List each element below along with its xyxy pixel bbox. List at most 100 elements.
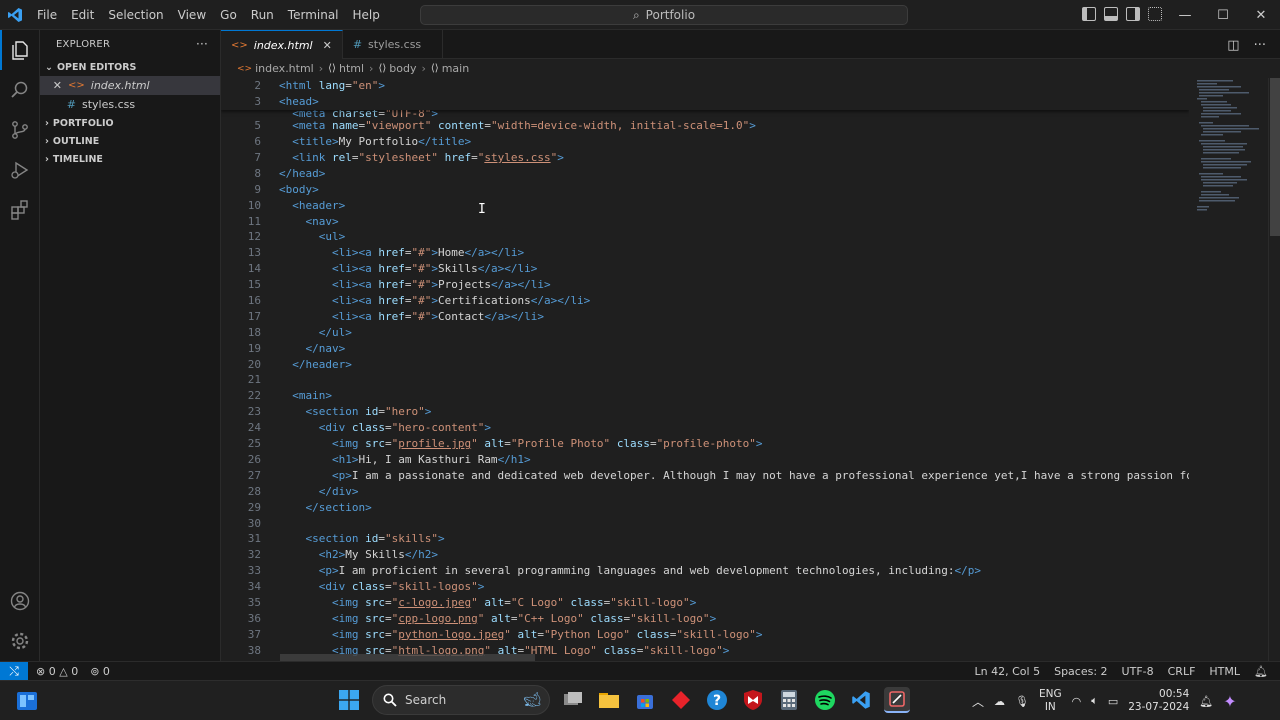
explorer-title: EXPLORER bbox=[56, 38, 111, 50]
notifications-bell-icon[interactable]: 🔔︎ bbox=[1199, 695, 1213, 708]
scrollbar-thumb[interactable] bbox=[1270, 78, 1280, 236]
language-indicator[interactable]: ENG IN bbox=[1039, 688, 1062, 714]
menu-view[interactable]: View bbox=[171, 0, 213, 30]
menu-selection[interactable]: Selection bbox=[101, 0, 170, 30]
end-of-line[interactable]: CRLF bbox=[1168, 665, 1196, 678]
system-tray: ︿ ☁ 🎙︎ ENG IN ◠ 🔈︎ ▭ 00:54 23-07-2024 🔔︎… bbox=[972, 681, 1237, 720]
breadcrumb-html[interactable]: html bbox=[339, 62, 364, 75]
outline-section[interactable]: › OUTLINE bbox=[40, 132, 220, 150]
file-explorer-icon[interactable] bbox=[596, 687, 622, 713]
menu-bar: File Edit Selection View Go Run Terminal… bbox=[30, 0, 387, 30]
more-actions-icon[interactable]: ··· bbox=[1254, 38, 1266, 53]
menu-terminal[interactable]: Terminal bbox=[281, 0, 346, 30]
cursor-position[interactable]: Ln 42, Col 5 bbox=[975, 665, 1041, 678]
code-line: 36 <img src="cpp-logo.png" alt="C++ Logo… bbox=[247, 611, 717, 625]
search-highlight-icon: 🐋︎ bbox=[523, 692, 541, 708]
breadcrumb-file[interactable]: index.html bbox=[255, 62, 314, 75]
horizontal-scrollbar-thumb[interactable] bbox=[280, 654, 535, 661]
source-control-icon[interactable] bbox=[0, 110, 40, 150]
timeline-section[interactable]: › TIMELINE bbox=[40, 150, 220, 168]
snipping-tool-icon[interactable] bbox=[884, 687, 910, 713]
taskbar-search[interactable]: Search 🐋︎ bbox=[372, 685, 550, 715]
maximize-icon[interactable]: ☐ bbox=[1204, 0, 1242, 30]
breadcrumb-body[interactable]: body bbox=[389, 62, 416, 75]
indentation[interactable]: Spaces: 2 bbox=[1054, 665, 1107, 678]
vertical-scrollbar[interactable] bbox=[1268, 78, 1280, 661]
open-editors-section[interactable]: ⌄ OPEN EDITORS bbox=[40, 58, 220, 76]
customize-layout-icon[interactable] bbox=[1148, 7, 1162, 21]
close-icon[interactable]: ✕ bbox=[40, 79, 68, 92]
code-line: 9 <body> bbox=[254, 182, 319, 196]
sticky-scroll[interactable]: 2 <html lang="en"> 3 <head> bbox=[221, 78, 1189, 110]
breadcrumb-main[interactable]: main bbox=[442, 62, 469, 75]
code-line: 18 </ul> bbox=[247, 325, 352, 339]
file-name: index.html bbox=[90, 79, 150, 92]
search-icon: ⌕ bbox=[632, 7, 640, 22]
copilot-icon[interactable]: ✦ bbox=[1223, 692, 1236, 711]
windows-start-icon[interactable] bbox=[336, 687, 362, 713]
close-tab-icon[interactable]: ✕ bbox=[323, 39, 332, 52]
problems-indicator[interactable]: ⊗ 0 △ 0 bbox=[36, 665, 78, 678]
extensions-icon[interactable] bbox=[0, 190, 40, 230]
help-icon[interactable]: ? bbox=[704, 687, 730, 713]
close-window-icon[interactable]: ✕ bbox=[1242, 0, 1280, 30]
accounts-icon[interactable] bbox=[0, 581, 40, 621]
code-line: 8 </head> bbox=[254, 166, 326, 180]
code-line: 11 <nav> bbox=[247, 214, 339, 228]
editor-tabs: <> index.html ✕ # styles.css ◫ ··· bbox=[221, 30, 1280, 59]
minimap[interactable] bbox=[1189, 78, 1268, 661]
clock[interactable]: 00:54 23-07-2024 bbox=[1128, 688, 1189, 714]
code-editor[interactable]: 2 <html lang="en"> 3 <head> <meta charset=… bbox=[221, 78, 1189, 661]
open-editor-index-html[interactable]: ✕ <> index.html bbox=[40, 76, 220, 95]
toggle-panel-icon[interactable] bbox=[1104, 7, 1118, 21]
notifications-bell-icon[interactable]: 🔔︎ bbox=[1254, 665, 1268, 678]
menu-file[interactable]: File bbox=[30, 0, 64, 30]
toggle-secondary-sidebar-icon[interactable] bbox=[1126, 7, 1140, 21]
spotify-icon[interactable] bbox=[812, 687, 838, 713]
encoding[interactable]: UTF-8 bbox=[1122, 665, 1154, 678]
microsoft-store-icon[interactable] bbox=[632, 687, 658, 713]
battery-icon[interactable]: ▭ bbox=[1108, 695, 1118, 708]
ports-indicator[interactable]: ⊚ 0 bbox=[90, 665, 110, 678]
code-line: 33 <p>I am proficient in several program… bbox=[247, 564, 982, 578]
widgets-icon[interactable] bbox=[16, 691, 38, 711]
command-center-search[interactable]: ⌕ Portfolio bbox=[420, 5, 908, 25]
microphone-icon[interactable]: 🎙︎ bbox=[1015, 695, 1029, 708]
warning-icon: △ bbox=[59, 664, 68, 678]
toggle-primary-sidebar-icon[interactable] bbox=[1082, 7, 1096, 21]
volume-icon[interactable]: 🔈︎ bbox=[1091, 694, 1098, 708]
element-icon: ⟨⟩ bbox=[328, 63, 336, 74]
open-editor-styles-css[interactable]: # styles.css bbox=[40, 95, 220, 114]
vscode-taskbar-icon[interactable] bbox=[848, 687, 874, 713]
app-icon-red-diamond[interactable] bbox=[668, 687, 694, 713]
settings-gear-icon[interactable] bbox=[0, 621, 40, 661]
explorer-icon[interactable] bbox=[0, 30, 40, 70]
onedrive-cloud-icon[interactable]: ☁ bbox=[994, 695, 1005, 708]
minimize-icon[interactable]: — bbox=[1166, 0, 1204, 30]
remote-indicator-icon[interactable]: ⤭ bbox=[0, 661, 28, 681]
chevron-right-icon: › bbox=[45, 135, 49, 147]
task-view-icon[interactable] bbox=[560, 687, 586, 713]
chevron-right-icon: › bbox=[45, 117, 49, 129]
portfolio-section[interactable]: › PORTFOLIO bbox=[40, 114, 220, 132]
split-editor-icon[interactable]: ◫ bbox=[1227, 38, 1239, 53]
search-icon[interactable] bbox=[0, 70, 40, 110]
code-line: 22 <main> bbox=[247, 389, 332, 403]
calculator-icon[interactable] bbox=[776, 687, 802, 713]
html-file-icon: <> bbox=[68, 80, 85, 91]
menu-help[interactable]: Help bbox=[346, 0, 387, 30]
language-mode[interactable]: HTML bbox=[1209, 665, 1240, 678]
more-actions-icon[interactable]: ··· bbox=[196, 37, 208, 51]
tab-styles-css[interactable]: # styles.css bbox=[343, 30, 443, 59]
run-debug-icon[interactable] bbox=[0, 150, 40, 190]
code-line: 12 <ul> bbox=[247, 230, 346, 244]
tab-index-html[interactable]: <> index.html ✕ bbox=[221, 30, 343, 59]
chevron-up-icon[interactable]: ︿ bbox=[972, 693, 984, 710]
menu-run[interactable]: Run bbox=[244, 0, 281, 30]
html-file-icon: <> bbox=[237, 63, 253, 74]
wifi-icon[interactable]: ◠ bbox=[1072, 695, 1082, 708]
code-line: 29 </section> bbox=[247, 500, 372, 514]
menu-go[interactable]: Go bbox=[213, 0, 244, 30]
menu-edit[interactable]: Edit bbox=[64, 0, 101, 30]
mcafee-shield-icon[interactable] bbox=[740, 687, 766, 713]
